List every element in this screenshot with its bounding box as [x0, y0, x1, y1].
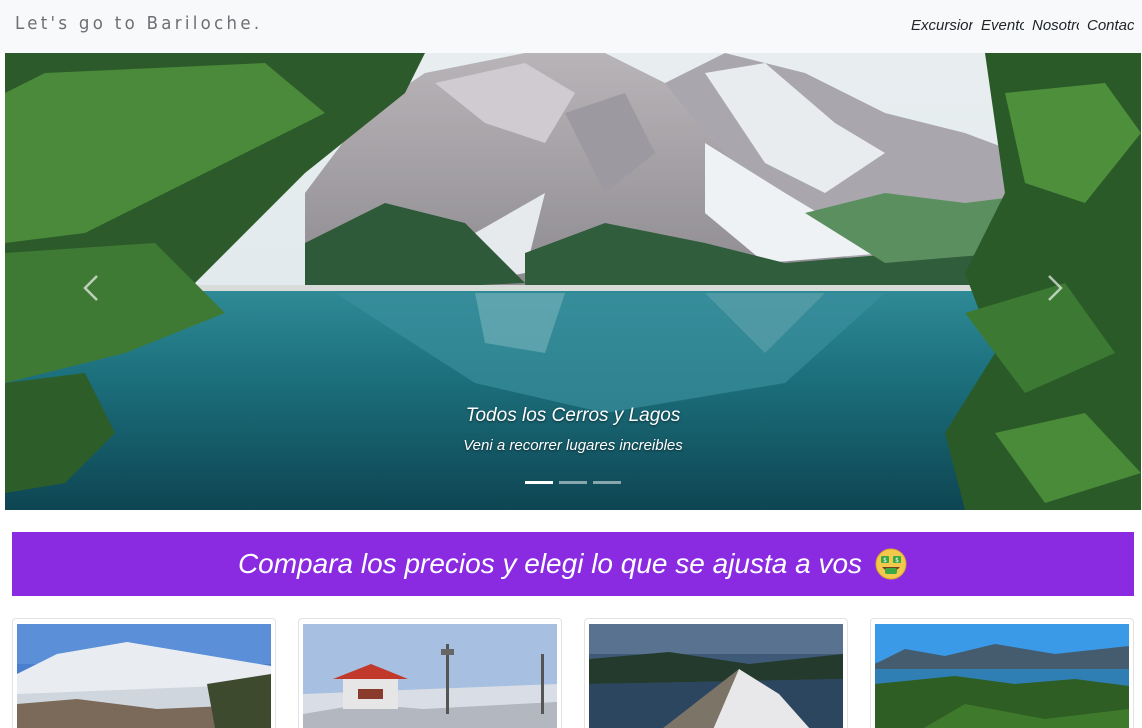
- brand-logo[interactable]: Let's go to Bariloche.: [15, 13, 262, 34]
- excursion-card[interactable]: [298, 618, 562, 728]
- chevron-right-icon: [1048, 275, 1063, 301]
- money-mouth-face-icon: $ $: [875, 548, 907, 580]
- hero-carousel: Todos los Cerros y Lagos Veni a recorrer…: [5, 53, 1141, 510]
- carousel-indicator[interactable]: [559, 481, 587, 484]
- nav-link-excursiones[interactable]: Excursiones: [911, 17, 973, 34]
- nav-link-nosotros[interactable]: Nosotros: [1032, 17, 1079, 34]
- card-image-snowy-hill: [17, 624, 271, 728]
- svg-text:$: $: [883, 557, 887, 564]
- card-image-rocky-peak: [589, 624, 843, 728]
- navbar: Let's go to Bariloche. Excursiones Event…: [0, 0, 1142, 53]
- nav-link-contacto[interactable]: Contacto: [1087, 17, 1134, 34]
- carousel-indicators: [5, 481, 1141, 484]
- carousel-caption-title: Todos los Cerros y Lagos: [465, 405, 681, 426]
- card-image-lake-district: [875, 624, 1129, 728]
- nav-link-eventos[interactable]: Eventos: [981, 17, 1024, 34]
- carousel-indicator[interactable]: [593, 481, 621, 484]
- carousel-indicator[interactable]: [525, 481, 553, 484]
- chevron-left-icon: [83, 275, 98, 301]
- carousel-next-button[interactable]: [1039, 268, 1069, 308]
- excursion-card[interactable]: [12, 618, 276, 728]
- svg-text:$: $: [895, 557, 899, 564]
- banner-text: Compara los precios y elegi lo que se aj…: [237, 548, 863, 579]
- excursion-card[interactable]: [584, 618, 848, 728]
- carousel-prev-button[interactable]: [77, 268, 107, 308]
- price-compare-banner: Compara los precios y elegi lo que se aj…: [12, 532, 1134, 596]
- card-image-summit-station: [303, 624, 557, 728]
- excursion-card[interactable]: [870, 618, 1134, 728]
- carousel-caption-subtitle: Veni a recorrer lugares increibles: [463, 437, 683, 454]
- nav-links: Excursiones Eventos Nosotros Contacto: [903, 17, 1134, 34]
